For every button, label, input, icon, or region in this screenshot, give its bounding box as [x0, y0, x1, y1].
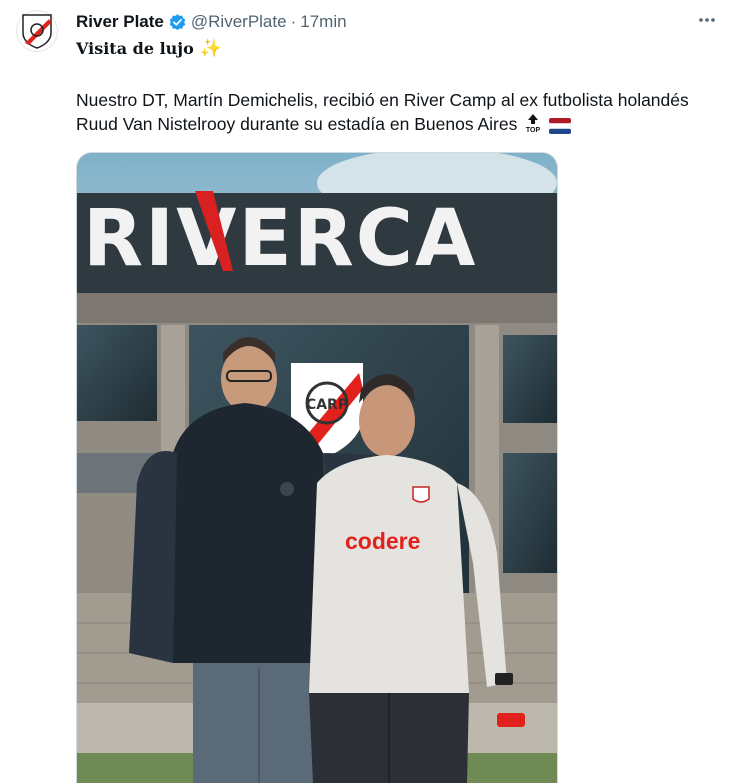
netherlands-flag-icon	[549, 118, 572, 134]
building-sign: RIVERCA	[83, 194, 477, 284]
crest-initials: CARP	[306, 397, 348, 413]
avatar[interactable]	[16, 10, 58, 52]
river-plate-crest-icon	[22, 14, 52, 49]
account-name[interactable]: River Plate	[76, 12, 164, 32]
tweet-body-text: Nuestro DT, Martín Demichelis, recibió e…	[76, 90, 689, 134]
tweet-body: Nuestro DT, Martín Demichelis, recibió e…	[76, 88, 706, 136]
tweet-media-photo[interactable]: RIVERCA CARP codere	[76, 152, 558, 783]
tweet-title-text: Visita de lujo	[76, 39, 194, 58]
verified-badge-icon	[169, 13, 186, 30]
top-arrow-icon: TOP	[526, 114, 541, 134]
sparkles-icon: ✨	[199, 38, 223, 59]
photo-illustration: RIVERCA CARP codere	[77, 153, 557, 783]
svg-text:TOP: TOP	[526, 127, 541, 134]
tweet-title: Visita de lujo ✨	[76, 38, 222, 59]
shirt-sponsor: codere	[345, 528, 420, 554]
more-options-icon[interactable]	[696, 10, 718, 32]
account-handle[interactable]: @RiverPlate	[191, 12, 287, 32]
timestamp[interactable]: 17min	[300, 12, 346, 32]
tweet: River Plate @RiverPlate · 17min Visita d…	[0, 0, 738, 783]
separator-dot: ·	[290, 12, 297, 31]
tweet-header: River Plate @RiverPlate · 17min	[76, 10, 347, 34]
